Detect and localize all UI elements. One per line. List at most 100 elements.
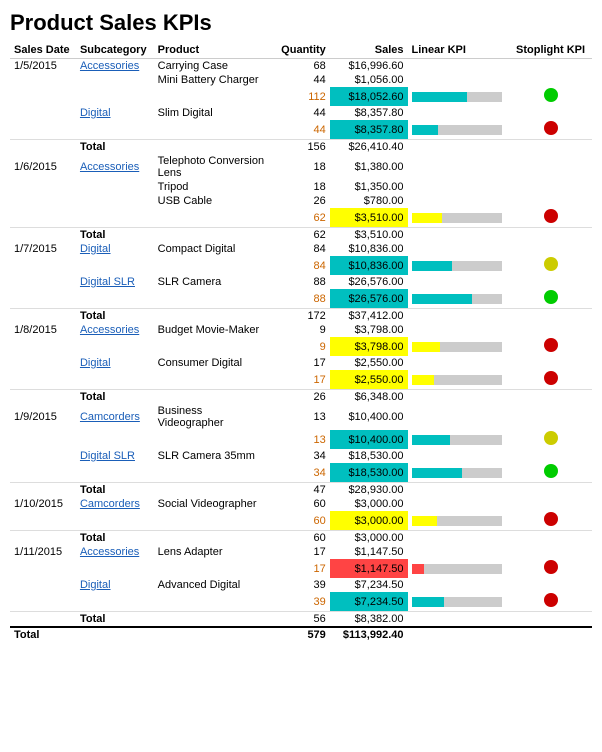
cell-date: [10, 309, 76, 324]
cell-date: [10, 370, 76, 390]
subcat-link[interactable]: Accessories: [80, 546, 139, 558]
cell-qty: 62: [273, 228, 330, 243]
cell-sales: $1,147.50: [330, 559, 408, 578]
cell-linear-kpi: [408, 370, 510, 390]
subcat-link[interactable]: Camcorders: [80, 411, 140, 423]
cell-stoplight-kpi: [509, 463, 592, 483]
total-row: Total156$26,410.40: [10, 140, 592, 155]
bar-container: [412, 597, 502, 607]
subcat-link[interactable]: Camcorders: [80, 498, 140, 510]
total-row: Total47$28,930.00: [10, 483, 592, 498]
cell-subcat[interactable]: Accessories: [76, 154, 154, 180]
cell-subcat-total: Total: [76, 612, 154, 628]
cell-stoplight-kpi: [509, 430, 592, 449]
data-row: 88$26,576.00: [10, 289, 592, 309]
subcat-link[interactable]: Digital SLR: [80, 450, 135, 462]
cell-sales: $37,412.00: [330, 309, 408, 324]
data-row: 112$18,052.60: [10, 87, 592, 106]
cell-subcat[interactable]: Camcorders: [76, 404, 154, 430]
cell-linear-kpi: [408, 323, 510, 337]
cell-subcat: [76, 430, 154, 449]
cell-linear-kpi: [408, 228, 510, 243]
cell-linear-kpi: [408, 59, 510, 74]
cell-subcat[interactable]: Digital SLR: [76, 449, 154, 463]
data-row: 1/5/2015AccessoriesCarrying Case68$16,99…: [10, 59, 592, 74]
bar-fill: [412, 125, 438, 135]
cell-sales: $10,400.00: [330, 430, 408, 449]
cell-qty: 88: [273, 275, 330, 289]
cell-product: [154, 531, 273, 546]
cell-subcat[interactable]: Digital SLR: [76, 275, 154, 289]
cell-subcat[interactable]: Camcorders: [76, 497, 154, 511]
cell-qty: 26: [273, 194, 330, 208]
cell-sales: $3,798.00: [330, 337, 408, 356]
cell-date: [10, 430, 76, 449]
cell-subcat: [76, 180, 154, 194]
cell-product: [154, 120, 273, 140]
total-row: Total60$3,000.00: [10, 531, 592, 546]
cell-sales: $7,234.50: [330, 592, 408, 612]
cell-subcat[interactable]: Accessories: [76, 323, 154, 337]
cell-subcat[interactable]: Digital: [76, 578, 154, 592]
bar-container: [412, 564, 502, 574]
cell-subcat-total: Total: [76, 228, 154, 243]
cell-date: 1/11/2015: [10, 545, 76, 559]
data-row: 60$3,000.00: [10, 511, 592, 531]
cell-sales: $2,550.00: [330, 370, 408, 390]
cell-date: [10, 73, 76, 87]
cell-product: [154, 256, 273, 275]
cell-sales: $28,930.00: [330, 483, 408, 498]
cell-product: Tripod: [154, 180, 273, 194]
subcat-link[interactable]: Digital: [80, 357, 111, 369]
cell-sales: $1,147.50: [330, 545, 408, 559]
cell-date: [10, 463, 76, 483]
subcat-link[interactable]: Digital: [80, 107, 111, 119]
cell-sales: $6,348.00: [330, 390, 408, 405]
cell-subcat[interactable]: Digital: [76, 106, 154, 120]
cell-sales: $8,357.80: [330, 106, 408, 120]
subcat-link[interactable]: Digital: [80, 243, 111, 255]
cell-subcat[interactable]: Accessories: [76, 59, 154, 74]
subcat-link[interactable]: Digital SLR: [80, 276, 135, 288]
cell-qty: 62: [273, 208, 330, 228]
cell-subcat[interactable]: Digital: [76, 242, 154, 256]
cell-qty: 44: [273, 106, 330, 120]
cell-subcat[interactable]: Accessories: [76, 545, 154, 559]
cell-stoplight-kpi: [509, 256, 592, 275]
cell-product: [154, 430, 273, 449]
cell-subcat: [76, 120, 154, 140]
cell-product: [154, 463, 273, 483]
cell-linear-kpi: [408, 612, 510, 628]
subcat-link[interactable]: Accessories: [80, 60, 139, 72]
cell-date: 1/9/2015: [10, 404, 76, 430]
cell-date: [10, 208, 76, 228]
cell-qty: 44: [273, 73, 330, 87]
cell-date: [10, 289, 76, 309]
data-row: 44$8,357.80: [10, 120, 592, 140]
cell-product: Social Videographer: [154, 497, 273, 511]
cell-qty: 47: [273, 483, 330, 498]
cell-product: Slim Digital: [154, 106, 273, 120]
cell-date: [10, 483, 76, 498]
cell-date: [10, 592, 76, 612]
subcat-link[interactable]: Accessories: [80, 324, 139, 336]
cell-subcat[interactable]: Digital: [76, 356, 154, 370]
stoplight-circle-red: [544, 209, 558, 223]
cell-linear-kpi: [408, 180, 510, 194]
bar-bg: [434, 375, 502, 385]
bar-bg: [462, 468, 502, 478]
stoplight-circle-green: [544, 88, 558, 102]
cell-product: Business Videographer: [154, 404, 273, 430]
data-row: 17$2,550.00: [10, 370, 592, 390]
cell-stoplight-kpi: [509, 194, 592, 208]
subcat-link[interactable]: Digital: [80, 579, 111, 591]
data-row: 13$10,400.00: [10, 430, 592, 449]
cell-date: [10, 337, 76, 356]
header-qty: Quantity: [273, 42, 330, 59]
cell-stoplight-kpi: [509, 404, 592, 430]
header-linear: Linear KPI: [408, 42, 510, 59]
cell-date: [10, 87, 76, 106]
bar-bg: [442, 213, 502, 223]
cell-stoplight-kpi: [509, 612, 592, 628]
subcat-link[interactable]: Accessories: [80, 161, 139, 173]
